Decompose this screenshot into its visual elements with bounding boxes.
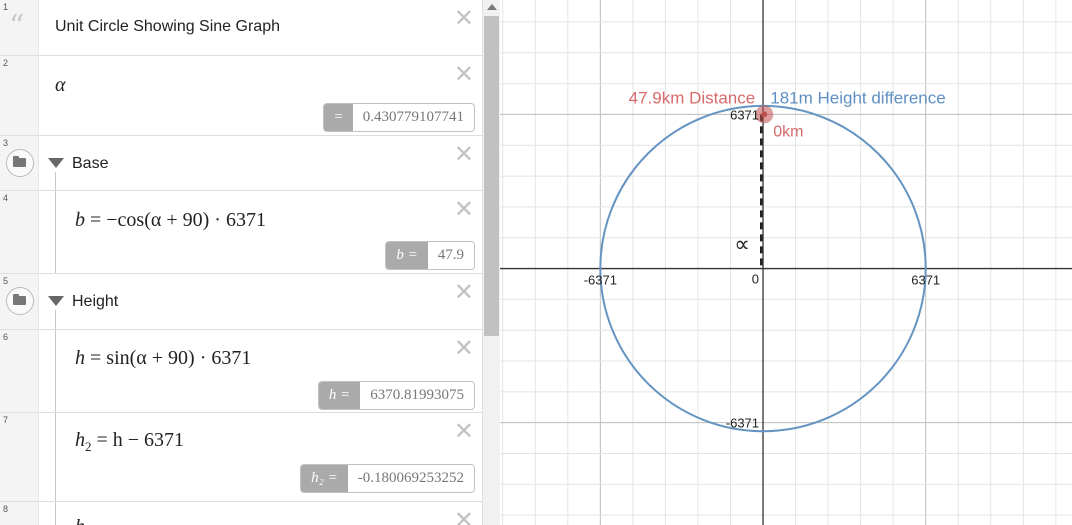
close-icon[interactable]: ✕ [454, 280, 474, 304]
row-number: 1 [3, 2, 9, 12]
expression-lhs: b [75, 209, 85, 231]
expression-list: 1 “ Unit Circle Showing Sine Graph ✕ 2 α… [0, 0, 500, 525]
folder-indent-line [55, 413, 56, 501]
row-number: 7 [3, 415, 9, 425]
close-icon[interactable]: ✕ [454, 508, 474, 525]
evaluation-box: h = 6370.81993075 [317, 381, 475, 410]
folder-title[interactable]: Base [72, 155, 108, 173]
eval-value: -0.180069253252 [357, 470, 464, 486]
origin-label: 0 [752, 272, 759, 287]
close-icon[interactable]: ✕ [454, 419, 474, 443]
point-center[interactable] [761, 111, 768, 118]
evaluation-box: b = 47.9 [385, 241, 475, 270]
row-gutter: 4 [0, 191, 39, 273]
close-icon[interactable]: ✕ [454, 336, 474, 360]
grid-lines [500, 0, 1072, 525]
row-number: 2 [3, 58, 9, 68]
folder-row-base[interactable]: 3 Base ✕ [0, 136, 482, 191]
row-gutter: 7 [0, 413, 39, 501]
height-label[interactable]: 181m Height difference [770, 88, 945, 107]
eval-label: h₂ = [301, 465, 348, 492]
expression-input[interactable]: α [55, 74, 66, 97]
axes [500, 0, 1072, 525]
scrollbar-thumb[interactable] [484, 16, 499, 336]
quote-icon: “ [9, 9, 25, 44]
folder-indent-line [55, 502, 56, 525]
row-gutter: 5 [0, 274, 39, 329]
y-tick-label: -6371 [726, 416, 759, 431]
expression-row-6[interactable]: 6 h = sin(α + 90) · 6371 ✕ h = 6370.8199… [0, 330, 482, 413]
expression-subscript: 2 [85, 439, 92, 454]
expression-row-1[interactable]: 1 “ Unit Circle Showing Sine Graph ✕ [0, 0, 482, 56]
folder-indent-line [55, 330, 56, 412]
expression-lhs: h [75, 347, 85, 369]
row-gutter: 3 [0, 136, 39, 190]
close-icon[interactable]: ✕ [454, 62, 474, 86]
eval-label: h = [318, 382, 361, 409]
zero-km-label[interactable]: 0km [773, 123, 803, 140]
eval-label: = [324, 104, 353, 131]
expression-rhs: = −cos(α + 90) · 6371 [90, 209, 266, 231]
expression-row-8[interactable]: 8 h ✕ [0, 502, 482, 525]
scrollbar[interactable] [482, 0, 500, 525]
folder-indent-line [55, 310, 56, 329]
row-gutter: 2 [0, 56, 39, 135]
expression-input[interactable]: b = −cos(α + 90) · 6371 [75, 209, 266, 232]
evaluation-box: h₂ = -0.180069253252 [300, 464, 475, 493]
scroll-up-arrow-icon[interactable] [487, 4, 497, 10]
distance-label[interactable]: 47.9km Distance [629, 88, 756, 107]
collapse-triangle-icon[interactable] [48, 296, 64, 306]
expression-rhs: = sin(α + 90) · 6371 [90, 347, 252, 369]
row-number: 6 [3, 332, 9, 342]
expression-input[interactable]: h [75, 516, 85, 525]
expression-rhs: = h − 6371 [96, 429, 185, 451]
evaluation-box: = 0.430779107741 [323, 103, 475, 132]
y-tick-label: 6371 [730, 107, 759, 122]
row-gutter: 6 [0, 330, 39, 412]
eval-label: b = [386, 242, 428, 269]
eval-value: 47.9 [437, 247, 464, 263]
row-gutter: 1 “ [0, 0, 39, 55]
expression-row-4[interactable]: 4 b = −cos(α + 90) · 6371 ✕ b = 47.9 [0, 191, 482, 274]
folder-row-height[interactable]: 5 Height ✕ [0, 274, 482, 330]
note-text[interactable]: Unit Circle Showing Sine Graph [55, 18, 280, 36]
expression-lhs: h [75, 516, 85, 525]
expression-lhs: h [75, 429, 85, 451]
row-number: 4 [3, 193, 9, 203]
row-number: 8 [3, 504, 9, 514]
graph-canvas[interactable]: -6371 0 6371 6371 -6371 47.9km Distance … [500, 0, 1072, 525]
expression-input[interactable]: h2 = h − 6371 [75, 429, 184, 455]
folder-icon[interactable] [6, 149, 34, 177]
folder-indent-line [55, 172, 56, 190]
close-icon[interactable]: ✕ [454, 197, 474, 221]
close-icon[interactable]: ✕ [454, 6, 474, 30]
alpha-symbol-label: ∝ [734, 233, 750, 258]
expression-row-7[interactable]: 7 h2 = h − 6371 ✕ h₂ = -0.180069253252 [0, 413, 482, 502]
row-number: 5 [3, 276, 9, 286]
close-icon[interactable]: ✕ [454, 142, 474, 166]
folder-icon[interactable] [6, 287, 34, 315]
x-tick-label: -6371 [584, 273, 617, 288]
folder-indent-line [55, 191, 56, 273]
row-number: 3 [3, 138, 9, 148]
folder-title[interactable]: Height [72, 293, 118, 311]
collapse-triangle-icon[interactable] [48, 158, 64, 168]
x-tick-label: 6371 [911, 273, 940, 288]
expression-input[interactable]: h = sin(α + 90) · 6371 [75, 347, 251, 370]
eval-value: 0.430779107741 [362, 109, 464, 125]
row-gutter: 8 [0, 502, 39, 525]
eval-value: 6370.81993075 [370, 387, 464, 403]
expression-row-2[interactable]: 2 α ✕ = 0.430779107741 [0, 56, 482, 136]
alpha-variable: α [55, 74, 66, 96]
